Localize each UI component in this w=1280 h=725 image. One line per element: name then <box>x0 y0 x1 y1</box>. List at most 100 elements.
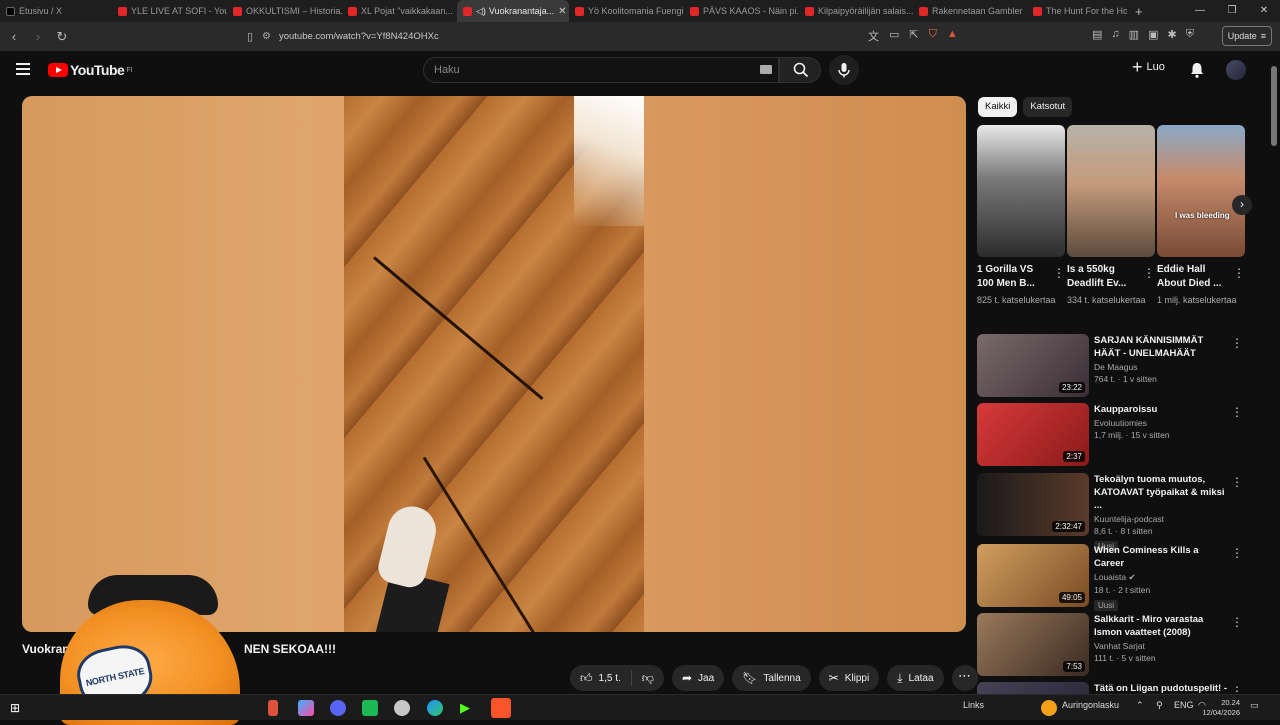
video-thumbnail[interactable]: 23:22 <box>977 334 1089 397</box>
list-item[interactable]: 2:37 Kaupparoissu Evoluutiomies 1,7 milj… <box>977 403 1247 467</box>
close-window-icon[interactable]: ✕ <box>1248 0 1280 22</box>
chip-all[interactable]: Kaikki <box>978 97 1018 117</box>
notification-center-icon[interactable]: ▭ <box>1250 700 1259 711</box>
brave-icon[interactable] <box>491 698 511 718</box>
weather-text[interactable]: Auringonlasku <box>1062 700 1119 710</box>
scrollbar-thumb[interactable] <box>1271 66 1277 146</box>
video-thumbnail[interactable] <box>977 682 1089 694</box>
new-tab-icon[interactable]: + <box>1135 4 1143 19</box>
chevron-up-icon[interactable]: ⌃ <box>1136 700 1144 711</box>
brave-shield-icon[interactable]: ⛉ <box>929 28 937 44</box>
short-item[interactable]: 1 Gorilla VS 100 Men B... 825 t. katselu… <box>977 125 1065 307</box>
list-item[interactable]: 7:53 Salkkarit - Miro varastaa Ismon vaa… <box>977 613 1247 677</box>
more-icon[interactable]: ⋮ <box>1231 405 1243 419</box>
video-thumbnail[interactable]: 7:53 <box>977 613 1089 676</box>
channel-name[interactable]: Evoluutiomies <box>1094 418 1229 428</box>
list-item[interactable]: 49:05 When Cominess Kills a Career Louai… <box>977 544 1247 611</box>
rewards-icon[interactable]: ▲ <box>947 28 958 44</box>
video-title[interactable]: When Cominess Kills a Career <box>1094 544 1229 570</box>
video-player[interactable] <box>22 96 966 632</box>
avatar[interactable] <box>1226 60 1246 80</box>
more-icon[interactable]: ⋮ <box>1233 266 1245 280</box>
video-title[interactable]: Tekoälyn tuoma muutos, KATOAVAT työpaika… <box>1094 473 1229 512</box>
channel-name[interactable]: Vanhat Sarjat <box>1094 641 1229 651</box>
back-icon[interactable]: ‹ <box>4 29 24 44</box>
search-button[interactable] <box>779 57 821 83</box>
language-indicator[interactable]: ENG <box>1174 700 1194 710</box>
discord-icon[interactable] <box>330 700 346 716</box>
media-icon[interactable]: ♫ <box>1111 28 1119 41</box>
short-item[interactable]: I was bleeding Eddie Hall About Died ...… <box>1157 125 1245 307</box>
page-scrollbar[interactable] <box>1270 60 1278 690</box>
vpn-icon[interactable]: ⛨ <box>1186 28 1194 41</box>
browser-tab[interactable]: Kilpaipyöräilijän salais... <box>799 0 913 22</box>
update-button[interactable]: Update ≡ <box>1221 26 1272 46</box>
reader-icon[interactable]: ▤ <box>1092 28 1102 41</box>
short-thumbnail[interactable] <box>977 125 1065 257</box>
edge-icon[interactable] <box>427 700 443 716</box>
site-info-icon[interactable]: ⚙ <box>262 31 271 42</box>
reload-icon[interactable]: ↻ <box>52 29 72 45</box>
more-icon[interactable]: ⋮ <box>1231 615 1243 629</box>
photos-app-icon[interactable] <box>298 700 314 716</box>
chevron-right-icon[interactable]: › <box>1232 195 1252 215</box>
list-item[interactable]: Tätä on Liigan pudotuspelit! - ⋮ <box>977 682 1247 694</box>
wallet-icon[interactable]: ▣ <box>1148 28 1158 41</box>
weather-icon[interactable] <box>1041 700 1057 716</box>
browser-tab[interactable]: PÄVS KAAOS - Näin pi... <box>684 0 799 22</box>
short-title[interactable]: Is a 550kg Deadlift Ev... <box>1067 263 1139 291</box>
extensions-icon[interactable]: ✱ <box>1167 28 1176 41</box>
browser-tab[interactable]: The Hunt For the Holo... <box>1027 0 1127 22</box>
maximize-icon[interactable]: ❐ <box>1216 0 1248 22</box>
video-title[interactable]: Salkkarit - Miro varastaa Ismon vaatteet… <box>1094 613 1229 639</box>
dislike-button[interactable]: 👎︎ <box>632 665 664 691</box>
kick-icon[interactable]: ▶ <box>460 700 476 716</box>
minimize-icon[interactable]: — <box>1184 0 1216 22</box>
short-thumbnail[interactable]: I was bleeding <box>1157 125 1245 257</box>
browser-tab[interactable]: YLE LIVE AT SOFI - YouTube <box>112 0 227 22</box>
video-title[interactable]: Tätä on Liigan pudotuspelit! - <box>1094 682 1229 694</box>
sidebar-icon[interactable]: ▥ <box>1129 28 1139 41</box>
video-title[interactable]: Kaupparoissu <box>1094 403 1229 416</box>
more-icon[interactable]: ⋮ <box>1053 266 1065 280</box>
bookmark-icon[interactable]: ▯ <box>240 30 260 43</box>
guide-menu-icon[interactable] <box>16 63 30 78</box>
links-toolbar[interactable]: Links <box>963 700 984 710</box>
more-icon[interactable]: ⋮ <box>1231 475 1243 489</box>
video-title[interactable]: SARJAN KÄNNISIMMÄT HÄÄT - UNELMAHÄÄT <box>1094 334 1229 360</box>
video-thumbnail[interactable]: 49:05 <box>977 544 1089 607</box>
chip-watched[interactable]: Katsotut <box>1023 97 1073 117</box>
list-item[interactable]: 2:32:47 Tekoälyn tuoma muutos, KATOAVAT … <box>977 473 1247 552</box>
cast-icon[interactable]: ▭ <box>889 28 899 44</box>
app-icon[interactable] <box>362 700 378 716</box>
share-button[interactable]: ➦ Jaa <box>671 665 725 691</box>
download-button[interactable]: ⤓ Lataa <box>887 665 944 691</box>
voice-search-button[interactable] <box>829 55 859 85</box>
more-icon[interactable]: ⋮ <box>1231 546 1243 560</box>
youtube-logo[interactable]: YouTube FI <box>48 62 133 78</box>
more-icon[interactable]: ⋮ <box>1231 684 1243 694</box>
channel-name[interactable]: Kuuntelija-podcast <box>1094 514 1229 524</box>
clock[interactable]: 20.24 12/04/2026 <box>1202 698 1240 718</box>
video-thumbnail[interactable]: 2:37 <box>977 403 1089 466</box>
channel-name[interactable]: De Maagus <box>1094 362 1229 372</box>
forward-icon[interactable]: › <box>28 29 48 44</box>
short-thumbnail[interactable] <box>1067 125 1155 257</box>
create-button[interactable]: + Luo <box>1132 58 1165 76</box>
notifications-button[interactable] <box>1189 61 1205 84</box>
close-tab-icon[interactable]: ✕ <box>554 6 566 17</box>
browser-tab[interactable]: XL Pojat "vaikkakaan... <box>342 0 457 22</box>
search-input[interactable]: Haku <box>423 57 779 83</box>
browser-tab-active[interactable]: ◁) Vuokranantaja... ✕ <box>457 0 569 22</box>
windows-start-icon[interactable]: ⊞ <box>10 700 26 716</box>
keyboard-icon[interactable] <box>760 65 772 74</box>
short-item[interactable]: Is a 550kg Deadlift Ev... 334 t. katselu… <box>1067 125 1155 307</box>
more-icon[interactable]: ⋮ <box>1231 336 1243 350</box>
more-icon[interactable]: ⋮ <box>1143 266 1155 280</box>
list-item[interactable]: 23:22 SARJAN KÄNNISIMMÄT HÄÄT - UNELMAHÄ… <box>977 334 1247 398</box>
clip-button[interactable]: ✂ Klippi <box>818 665 880 691</box>
like-button[interactable]: 👍︎ 1,5 t. <box>570 665 631 691</box>
more-actions-button[interactable]: ⋯ <box>951 665 978 691</box>
save-button[interactable]: 🔖︎ Tallenna <box>732 665 811 691</box>
browser-tab[interactable]: Rakennetaan Gambler <box>913 0 1027 22</box>
